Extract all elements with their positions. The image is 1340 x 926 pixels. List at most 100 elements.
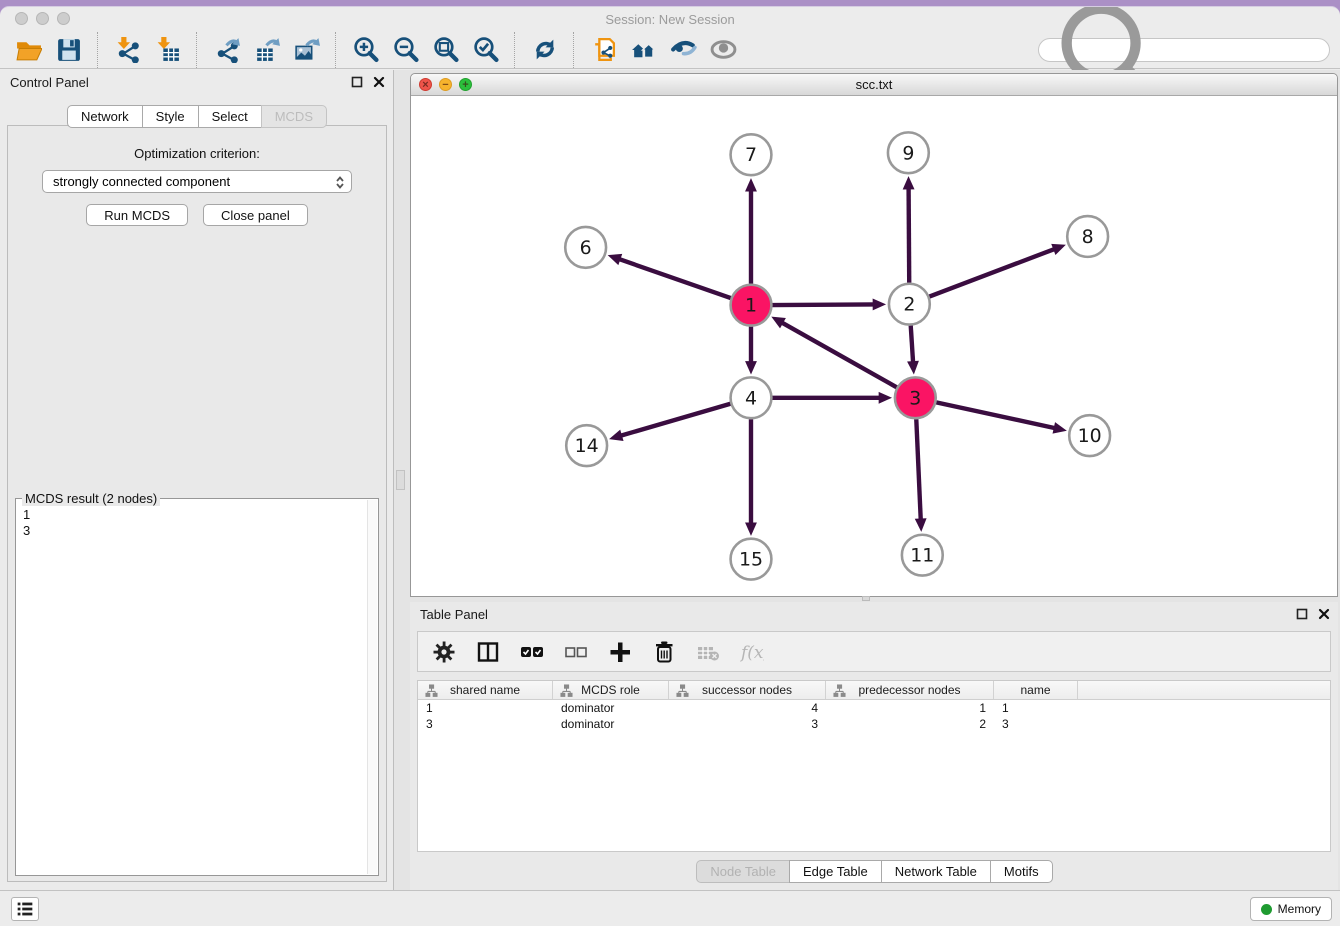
column-header-predecessor-nodes[interactable]: predecessor nodes <box>826 681 994 699</box>
graph-node-9[interactable]: 9 <box>888 132 929 173</box>
graph-edge-3-1[interactable] <box>781 322 897 387</box>
export-image-button[interactable] <box>291 36 321 64</box>
select-all-columns-button[interactable] <box>520 640 544 664</box>
graph-node-6[interactable]: 6 <box>565 227 606 268</box>
tab-motifs[interactable]: Motifs <box>990 860 1053 883</box>
graph-node-label: 10 <box>1078 425 1102 447</box>
cell-shared-name[interactable]: 1 <box>418 700 553 716</box>
cell-name[interactable]: 3 <box>994 716 1078 732</box>
horizontal-divider-handle[interactable] <box>862 596 870 601</box>
graph-node-2[interactable]: 2 <box>889 284 930 325</box>
column-header-MCDS-role[interactable]: MCDS role <box>553 681 669 699</box>
criterion-select[interactable]: strongly connected component <box>42 170 352 193</box>
close-panel-button[interactable]: Close panel <box>203 204 308 226</box>
table-settings-button[interactable] <box>432 640 456 664</box>
tab-network-table[interactable]: Network Table <box>881 860 991 883</box>
minimize-network-button[interactable]: − <box>439 78 452 91</box>
graph-edge-4-14[interactable] <box>620 404 731 436</box>
cell-successor-nodes[interactable]: 4 <box>669 700 826 716</box>
graph-node-1[interactable]: 1 <box>731 285 772 326</box>
show-columns-icon <box>476 640 500 664</box>
save-session-button[interactable] <box>53 36 83 64</box>
close-table-panel-icon[interactable] <box>1318 608 1330 620</box>
float-panel-icon[interactable] <box>351 76 363 88</box>
result-scrollbar[interactable] <box>367 500 377 874</box>
cell-shared-name[interactable]: 3 <box>418 716 553 732</box>
network-view-window: × − + scc.txt 1234678910111415 <box>410 73 1338 597</box>
search-box <box>1038 38 1330 62</box>
close-window-button[interactable] <box>15 12 28 25</box>
zoom-out-button[interactable] <box>390 36 420 64</box>
graph-node-3[interactable]: 3 <box>895 377 936 418</box>
maximize-network-button[interactable]: + <box>459 78 472 91</box>
graph-canvas[interactable]: 1 2 3 4 6 7 8 9 10 11 14 15 <box>411 97 1337 596</box>
graph-node-11[interactable]: 11 <box>902 535 943 576</box>
export-network-button[interactable] <box>211 36 241 64</box>
table-panel-header: Table Panel <box>410 602 1338 628</box>
graph-edge-1-2[interactable] <box>772 304 875 305</box>
graph-edge-1-6[interactable] <box>618 259 731 298</box>
clone-network-button[interactable] <box>588 36 618 64</box>
zoom-selected-button[interactable] <box>470 36 500 64</box>
cell-successor-nodes[interactable]: 3 <box>669 716 826 732</box>
column-header-successor-nodes[interactable]: successor nodes <box>669 681 826 699</box>
open-session-button[interactable] <box>13 36 43 64</box>
column-header-shared-name[interactable]: shared name <box>418 681 553 699</box>
search-input[interactable] <box>1170 41 1329 59</box>
graph-edge-3-11[interactable] <box>916 419 921 521</box>
delete-column-button[interactable] <box>652 640 676 664</box>
table-settings-icon <box>432 640 456 664</box>
cell-MCDS-role[interactable]: dominator <box>553 700 669 716</box>
cell-predecessor-nodes[interactable]: 1 <box>826 700 994 716</box>
graph-edge-3-10[interactable] <box>936 402 1056 428</box>
graph-node-label: 14 <box>575 435 599 457</box>
close-network-button[interactable]: × <box>419 78 432 91</box>
create-column-button[interactable] <box>608 640 632 664</box>
tab-select[interactable]: Select <box>198 105 262 128</box>
import-table-button[interactable] <box>152 36 182 64</box>
task-monitor-button[interactable] <box>11 897 39 921</box>
apply-layout-button[interactable] <box>529 36 559 64</box>
run-mcds-button[interactable]: Run MCDS <box>86 204 188 226</box>
tab-mcds[interactable]: MCDS <box>261 105 327 128</box>
graph-edge-2-9[interactable] <box>909 187 910 283</box>
column-header-name[interactable]: name <box>994 681 1078 699</box>
graph-node-8[interactable]: 8 <box>1067 216 1108 257</box>
table-row[interactable]: 3dominator323 <box>418 716 1330 732</box>
tab-edge-table[interactable]: Edge Table <box>789 860 882 883</box>
graph-node-15[interactable]: 15 <box>731 539 772 580</box>
zoom-window-button[interactable] <box>57 12 70 25</box>
tab-node-table[interactable]: Node Table <box>696 860 790 883</box>
zoom-in-button[interactable] <box>350 36 380 64</box>
tab-style[interactable]: Style <box>142 105 199 128</box>
graph-edge-2-8[interactable] <box>929 249 1055 297</box>
deselect-all-columns-button[interactable] <box>564 640 588 664</box>
zoom-fit-button[interactable] <box>430 36 460 64</box>
mcds-result-title: MCDS result (2 nodes) <box>22 491 160 506</box>
graph-node-7[interactable]: 7 <box>731 134 772 175</box>
graph-edge-2-3[interactable] <box>911 326 913 364</box>
graph-node-10[interactable]: 10 <box>1069 415 1110 456</box>
style-visibility-button[interactable] <box>668 36 698 64</box>
tab-network[interactable]: Network <box>67 105 143 128</box>
create-column-icon <box>608 640 632 664</box>
minimize-window-button[interactable] <box>36 12 49 25</box>
cell-predecessor-nodes[interactable]: 2 <box>826 716 994 732</box>
import-table-icon <box>154 36 181 63</box>
float-table-panel-icon[interactable] <box>1296 608 1308 620</box>
graph-node-4[interactable]: 4 <box>731 377 772 418</box>
cell-MCDS-role[interactable]: dominator <box>553 716 669 732</box>
mcds-panel: Optimization criterion: strongly connect… <box>7 125 387 882</box>
graph-node-14[interactable]: 14 <box>566 425 607 466</box>
import-network-button[interactable] <box>112 36 142 64</box>
cell-name[interactable]: 1 <box>994 700 1078 716</box>
table-row[interactable]: 1dominator411 <box>418 700 1330 716</box>
export-table-button[interactable] <box>251 36 281 64</box>
split-divider-handle[interactable] <box>396 470 405 490</box>
close-panel-icon[interactable] <box>373 76 385 88</box>
show-columns-button[interactable] <box>476 640 500 664</box>
export-network-icon <box>213 36 240 63</box>
memory-button[interactable]: Memory <box>1250 897 1332 921</box>
first-neighbors-button[interactable] <box>628 36 658 64</box>
graphics-details-button[interactable] <box>708 36 738 64</box>
